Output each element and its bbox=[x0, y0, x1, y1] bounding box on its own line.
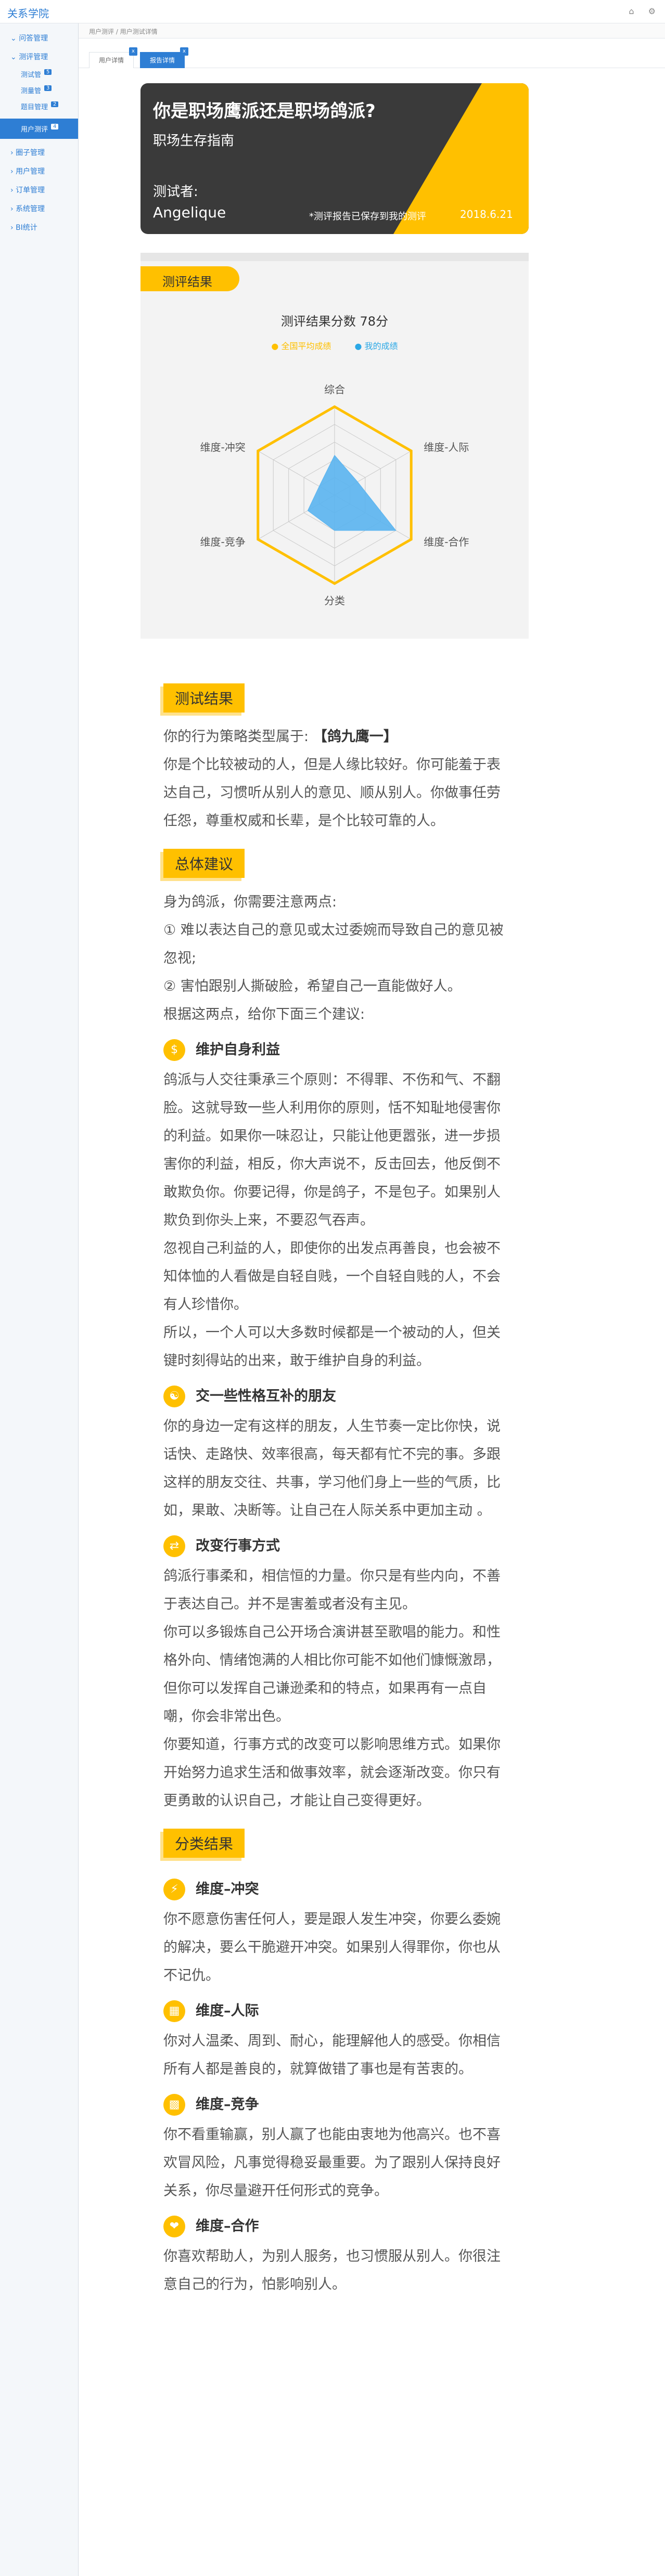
chevron-right-icon: › bbox=[10, 205, 14, 213]
chevron-down-icon: ⌄ bbox=[10, 53, 17, 61]
dimension-heading-conflict: ⚡ 维度–冲突 bbox=[163, 1876, 507, 1902]
radar-axis-label: 维度-冲突 bbox=[200, 441, 246, 454]
advice-point-2: ② 害怕跟别人撕破脸，希望自己一直能做好人。 bbox=[163, 978, 462, 994]
sidebar-item-bi[interactable]: › BI统计 bbox=[0, 218, 78, 237]
section-title-advice: 总体建议 bbox=[163, 849, 245, 878]
count-badge: 5 bbox=[44, 69, 52, 75]
divider bbox=[140, 253, 529, 261]
chevron-right-icon: › bbox=[10, 167, 14, 176]
dimension-competition-paragraph: 你不看重输赢，别人赢了也能由衷地为他高兴。也不喜欢冒风险，凡事觉得稳妥最重要。为… bbox=[163, 2127, 501, 2199]
advice-2-paragraph: 你的身边一定有这样的朋友，人生节奏一定比你快，说话快、走路快、效率很高，每天都有… bbox=[163, 1418, 501, 1519]
close-icon[interactable]: x bbox=[180, 47, 189, 56]
saved-note: *测评报告已保存到我的测评 bbox=[309, 211, 426, 222]
result-tag: 测评结果 bbox=[140, 266, 239, 291]
tester-label: 测试者: bbox=[153, 184, 198, 200]
advice-3-paragraph: 你可以多锻炼自己公开场合演讲甚至歌唱的能力。和性格外向、情绪饱满的人相比你可能不… bbox=[163, 1624, 501, 1725]
strategy-type: 【鸽九鹰一】 bbox=[313, 729, 398, 745]
count-badge: 3 bbox=[44, 85, 52, 91]
report-hero-card: 你是职场鹰派还是职场鸽派? 职场生存指南 测试者: Angelique *测评报… bbox=[140, 83, 529, 234]
tab-bar: 用户详情 x 报告详情 x bbox=[79, 45, 665, 68]
radar-chart: 综合维度-人际维度-合作分类 维度-竞争 维度-冲突 bbox=[200, 383, 469, 607]
radar-axis-label: 维度-竞争 bbox=[200, 536, 246, 548]
sidebar-item-user-assessment[interactable]: 用户测评 4 bbox=[0, 119, 78, 139]
dimension-heading-cooperation: ❤ 维度–合作 bbox=[163, 2213, 507, 2240]
section-title-classification: 分类结果 bbox=[163, 1829, 245, 1858]
advice-point-1: ① 难以表达自己的意见或太过委婉而导致自己的意见被忽视; bbox=[163, 922, 504, 966]
chevron-right-icon: › bbox=[10, 224, 14, 232]
sidebar-item-orders[interactable]: › 订单管理 bbox=[0, 180, 78, 199]
swap-icon: ⇄ bbox=[163, 1535, 185, 1557]
chevron-right-icon: › bbox=[10, 149, 14, 157]
sidebar-item-users[interactable]: › 用户管理 bbox=[0, 162, 78, 180]
radar-axis-label: 分类 bbox=[324, 594, 345, 607]
dimension-conflict-paragraph: 你不愿意伤害任何人，要是跟人发生冲突，你要么委婉的解决，要么干脆避开冲突。如果别… bbox=[163, 1911, 501, 1984]
dimension-heading-competition: ▩ 维度–竞争 bbox=[163, 2092, 507, 2118]
legend-my-score: ● 我的成绩 bbox=[354, 341, 398, 351]
sidebar-sub-questions[interactable]: 题目管理 2 bbox=[0, 98, 78, 114]
conflict-icon: ⚡ bbox=[163, 1879, 185, 1900]
sidebar-sub-test[interactable]: 测试管 5 bbox=[0, 66, 78, 82]
radar-axis-label: 维度-人际 bbox=[424, 441, 469, 454]
tab-report-detail[interactable]: 报告详情 x bbox=[140, 47, 189, 68]
dimension-cooperation-paragraph: 你喜欢帮助人，为别人服务，也习惯服从别人。你很注意自己的行为，怕影响别人。 bbox=[163, 2248, 501, 2293]
advice-lead: 根据这两点，给你下面三个建议: bbox=[163, 1006, 365, 1022]
advice-1-paragraph: 所以，一个人可以大多数时候都是一个被动的人，但关键时刻得站的出来，敢于维护自身的… bbox=[163, 1325, 501, 1369]
top-icons: ⌂ ⚙ bbox=[617, 6, 656, 16]
count-badge: 4 bbox=[51, 124, 59, 130]
radar-series-my-score bbox=[307, 455, 397, 531]
section-title-test-result: 测试结果 bbox=[163, 683, 245, 713]
home-icon[interactable]: ⌂ bbox=[629, 6, 634, 16]
advice-3-paragraph: 鸽派行事柔和，相信恒的力量。你只是有些内向，不善于表达自己。并不是害羞或者没有主… bbox=[163, 1568, 501, 1612]
radar-axis-label: 维度-合作 bbox=[424, 536, 469, 548]
chart-legend: ● 全国平均成绩 ● 我的成绩 bbox=[140, 339, 529, 352]
sidebar-item-circle[interactable]: › 圈子管理 bbox=[0, 143, 78, 162]
cooperation-icon: ❤ bbox=[163, 2216, 185, 2237]
hero-subtitle: 职场生存指南 bbox=[153, 133, 235, 149]
breadcrumb: 用户测评 / 用户测试详情 bbox=[89, 28, 158, 35]
report-content: 你是职场鹰派还是职场鸽派? 职场生存指南 测试者: Angelique *测评报… bbox=[140, 83, 529, 2299]
advice-intro: 身为鸽派，你需要注意两点: bbox=[163, 894, 337, 910]
close-icon[interactable]: x bbox=[129, 47, 138, 56]
hero-title: 你是职场鹰派还是职场鸽派? bbox=[153, 101, 376, 122]
sidebar-sub-measure[interactable]: 测量管 3 bbox=[0, 82, 78, 98]
chevron-right-icon: › bbox=[10, 186, 14, 195]
tab-user-detail[interactable]: 用户详情 x bbox=[89, 47, 138, 68]
report-date: 2018.6.21 bbox=[460, 208, 513, 221]
people-icon: ▦ bbox=[163, 2000, 185, 2022]
sidebar-item-qa[interactable]: ⌄ 问答管理 bbox=[0, 29, 78, 47]
advice-heading-2: ☯ 交一些性格互补的朋友 bbox=[163, 1383, 507, 1409]
advice-heading-3: ⇄ 改变行事方式 bbox=[163, 1533, 507, 1559]
podium-icon: ▩ bbox=[163, 2094, 185, 2116]
legend-national-average: ● 全国平均成绩 bbox=[271, 341, 331, 351]
sidebar-item-system[interactable]: › 系统管理 bbox=[0, 199, 78, 218]
chevron-down-icon: ⌄ bbox=[10, 34, 17, 43]
advice-heading-1: $ 维护自身利益 bbox=[163, 1037, 507, 1063]
handshake-icon: ☯ bbox=[163, 1386, 185, 1407]
type-line: 你的行为策略类型属于: 【鸽九鹰一】 bbox=[163, 729, 398, 745]
money-bag-icon: $ bbox=[163, 1039, 185, 1061]
tester-name: Angelique bbox=[153, 204, 226, 221]
dimension-heading-interpersonal: ▦ 维度–人际 bbox=[163, 1998, 507, 2024]
app-brand: 关系学院 bbox=[7, 7, 49, 20]
breadcrumb-bar: 用户测评 / 用户测试详情 bbox=[79, 23, 665, 38]
top-bar: 关系学院 ⌂ ⚙ bbox=[0, 0, 665, 23]
advice-3-paragraph: 你要知道，行事方式的改变可以影响思维方式。如果你开始努力追求生活和做事效率，就会… bbox=[163, 1737, 501, 1809]
report-article: 测试结果 你的行为策略类型属于: 【鸽九鹰一】 你是个比较被动的人，但是人缘比较… bbox=[163, 670, 507, 2299]
result-panel: 测评结果 测评结果分数 78分 ● 全国平均成绩 ● 我的成绩 综合 维度-人际维… bbox=[140, 261, 529, 639]
radar-axis-label: 综合 bbox=[324, 383, 345, 396]
advice-1-paragraph: 鸽派与人交往秉承三个原则：不得罪、不伤和气、不翻脸。这就导致一些人利用你的原则，… bbox=[163, 1072, 501, 1228]
result-paragraph: 你是个比较被动的人，但是人缘比较好。你可能羞于表达自己，习惯听从别人的意见、顺从… bbox=[163, 757, 501, 829]
settings-icon[interactable]: ⚙ bbox=[648, 6, 656, 16]
dimension-interpersonal-paragraph: 你对人温柔、周到、耐心，能理解他人的感受。你相信所有人都是善良的，就算做错了事也… bbox=[163, 2033, 501, 2077]
sidebar: ⌄ 问答管理 ⌄ 测评管理 测试管 5 测量管 3 题目管理 2 用户测评 4 › 圈子… bbox=[0, 23, 79, 2576]
score-title: 测评结果分数 78分 bbox=[280, 314, 389, 329]
count-badge: 2 bbox=[51, 101, 59, 107]
sidebar-item-assessment[interactable]: ⌄ 测评管理 bbox=[0, 47, 78, 66]
advice-1-paragraph: 忽视自己利益的人，即使你的出发点再善良，也会被不知体恤的人看做是自轻自贱，一个自… bbox=[163, 1240, 501, 1313]
